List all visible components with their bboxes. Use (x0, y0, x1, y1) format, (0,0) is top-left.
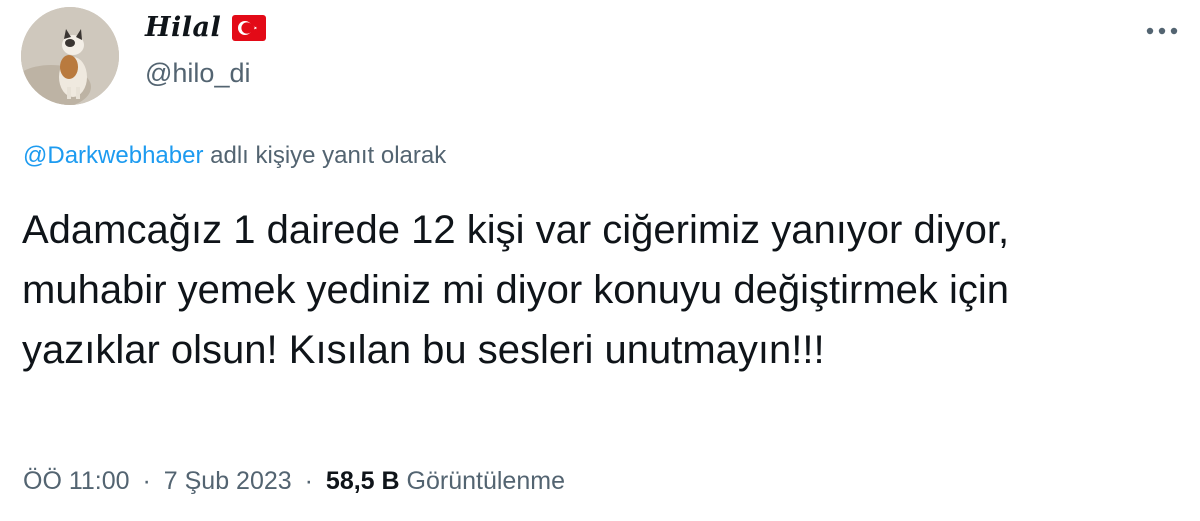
turkey-flag-icon (232, 15, 266, 41)
tweet-text: Adamcağız 1 dairede 12 kişi var ciğerimi… (22, 208, 1010, 372)
tweet-time[interactable]: ÖÖ 11:00 (23, 467, 130, 495)
avatar[interactable] (21, 7, 119, 105)
reply-mention-link[interactable]: @Darkwebhaber (23, 142, 203, 169)
views-count[interactable]: 58,5 B (326, 467, 400, 495)
more-options-icon[interactable] (1142, 18, 1182, 44)
user-handle[interactable]: @hilo_di (145, 58, 250, 89)
meta-separator: · (304, 467, 313, 495)
tweet-meta: ÖÖ 11:00 · 7 Şub 2023 · 58,5 B Görüntüle… (23, 467, 565, 496)
display-name[interactable]: Hilal (145, 12, 221, 43)
cat-photo-icon (21, 7, 119, 105)
meta-separator: · (142, 467, 151, 495)
reply-context: @Darkwebhaber adlı kişiye yanıt olarak (23, 142, 446, 170)
views-label: Görüntülenme (406, 467, 565, 495)
tweet-date[interactable]: 7 Şub 2023 (164, 467, 292, 495)
tweet: Hilal @hilo_di @Darkwebhaber adlı kişiye… (0, 0, 1200, 521)
reply-context-text: adlı kişiye yanıt olarak (210, 142, 447, 169)
